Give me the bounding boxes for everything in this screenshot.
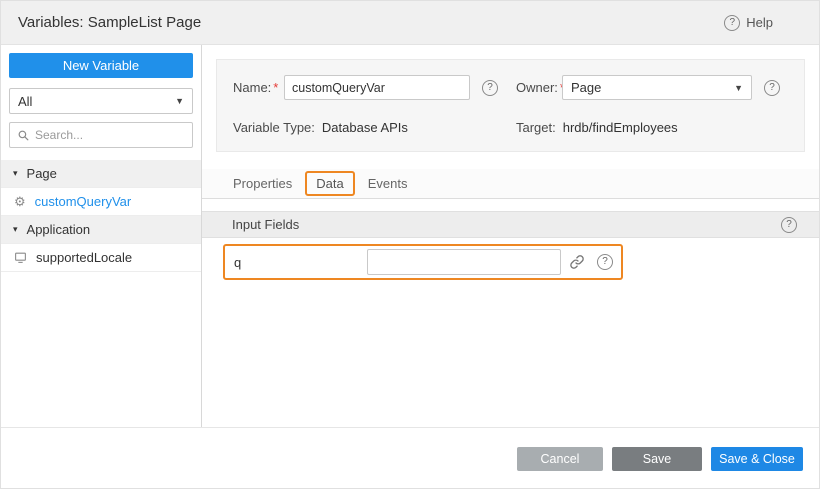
dialog-body: New Variable All ▼ ▾ Page	[1, 45, 819, 428]
tree-item-label: customQueryVar	[35, 194, 132, 209]
help-button[interactable]: ? Help	[724, 15, 773, 31]
tab-data[interactable]: Data	[305, 171, 354, 196]
input-fields-header: Input Fields ?	[202, 211, 819, 238]
bind-link-icon[interactable]	[569, 254, 585, 270]
input-fields-title: Input Fields	[232, 217, 299, 232]
page-title: Variables: SampleList Page	[18, 14, 201, 31]
service-variable-icon: ⚙	[14, 195, 26, 208]
tree-group-label: Application	[27, 222, 91, 237]
owner-select-value: Page	[571, 80, 601, 95]
owner-select[interactable]: Page ▼	[562, 75, 752, 100]
variable-summary-form: Name:* ? Owner:* Page ▼ ?	[216, 59, 805, 152]
save-button[interactable]: Save	[612, 447, 702, 471]
dialog-footer: Cancel Save Save & Close	[1, 428, 819, 489]
search-input[interactable]	[35, 128, 185, 142]
search-box[interactable]	[9, 122, 193, 148]
variable-type-label: Variable Type:	[233, 120, 315, 135]
search-icon	[17, 129, 30, 142]
q-field-help-icon[interactable]: ?	[597, 254, 613, 270]
q-field-input[interactable]	[367, 249, 561, 275]
q-field-label: q	[234, 255, 367, 270]
tab-properties[interactable]: Properties	[232, 174, 293, 193]
q-field-annotation-box: q ?	[223, 244, 623, 280]
save-and-close-button[interactable]: Save & Close	[711, 447, 803, 471]
collapse-arrow-icon: ▾	[13, 224, 18, 235]
cancel-button[interactable]: Cancel	[517, 447, 603, 471]
owner-help-icon[interactable]: ?	[764, 80, 780, 96]
new-variable-button[interactable]: New Variable	[9, 53, 193, 78]
help-label: Help	[746, 15, 773, 30]
variable-detail-panel: Name:* ? Owner:* Page ▼ ?	[202, 45, 819, 427]
tree-item-label: supportedLocale	[36, 250, 132, 265]
variables-dialog: Variables: SampleList Page ? Help New Va…	[0, 0, 820, 489]
filter-select[interactable]: All ▼	[9, 88, 193, 114]
variables-sidebar: New Variable All ▼ ▾ Page	[1, 45, 202, 427]
name-help-icon[interactable]: ?	[482, 80, 498, 96]
chevron-down-icon: ▼	[175, 96, 184, 106]
tree-group-label: Page	[27, 166, 57, 181]
collapse-arrow-icon: ▾	[13, 168, 18, 179]
tree-group-page[interactable]: ▾ Page	[1, 160, 201, 188]
filter-select-value: All	[18, 94, 32, 109]
variable-type-value: Database APIs	[322, 120, 408, 135]
dialog-header: Variables: SampleList Page ? Help	[1, 1, 819, 45]
help-icon: ?	[724, 15, 740, 31]
detail-tabs: Properties Data Events	[202, 169, 819, 199]
locale-variable-icon	[14, 251, 27, 264]
input-fields-help-icon[interactable]: ?	[781, 217, 797, 233]
input-fields-body: q ?	[202, 238, 819, 280]
tab-events[interactable]: Events	[367, 174, 409, 193]
chevron-down-icon: ▼	[734, 83, 743, 93]
target-label: Target:	[516, 120, 556, 135]
name-label: Name:*	[233, 80, 284, 95]
tree-item-customqueryvar[interactable]: ⚙ customQueryVar	[1, 188, 201, 216]
target-value: hrdb/findEmployees	[563, 120, 678, 135]
tree-item-supportedlocale[interactable]: supportedLocale	[1, 244, 201, 272]
required-marker: *	[273, 80, 278, 95]
tree-group-application[interactable]: ▾ Application	[1, 216, 201, 244]
variables-tree: ▾ Page ⚙ customQueryVar ▾ Application	[1, 160, 201, 272]
name-input[interactable]	[284, 75, 470, 100]
owner-label: Owner:*	[516, 80, 562, 95]
